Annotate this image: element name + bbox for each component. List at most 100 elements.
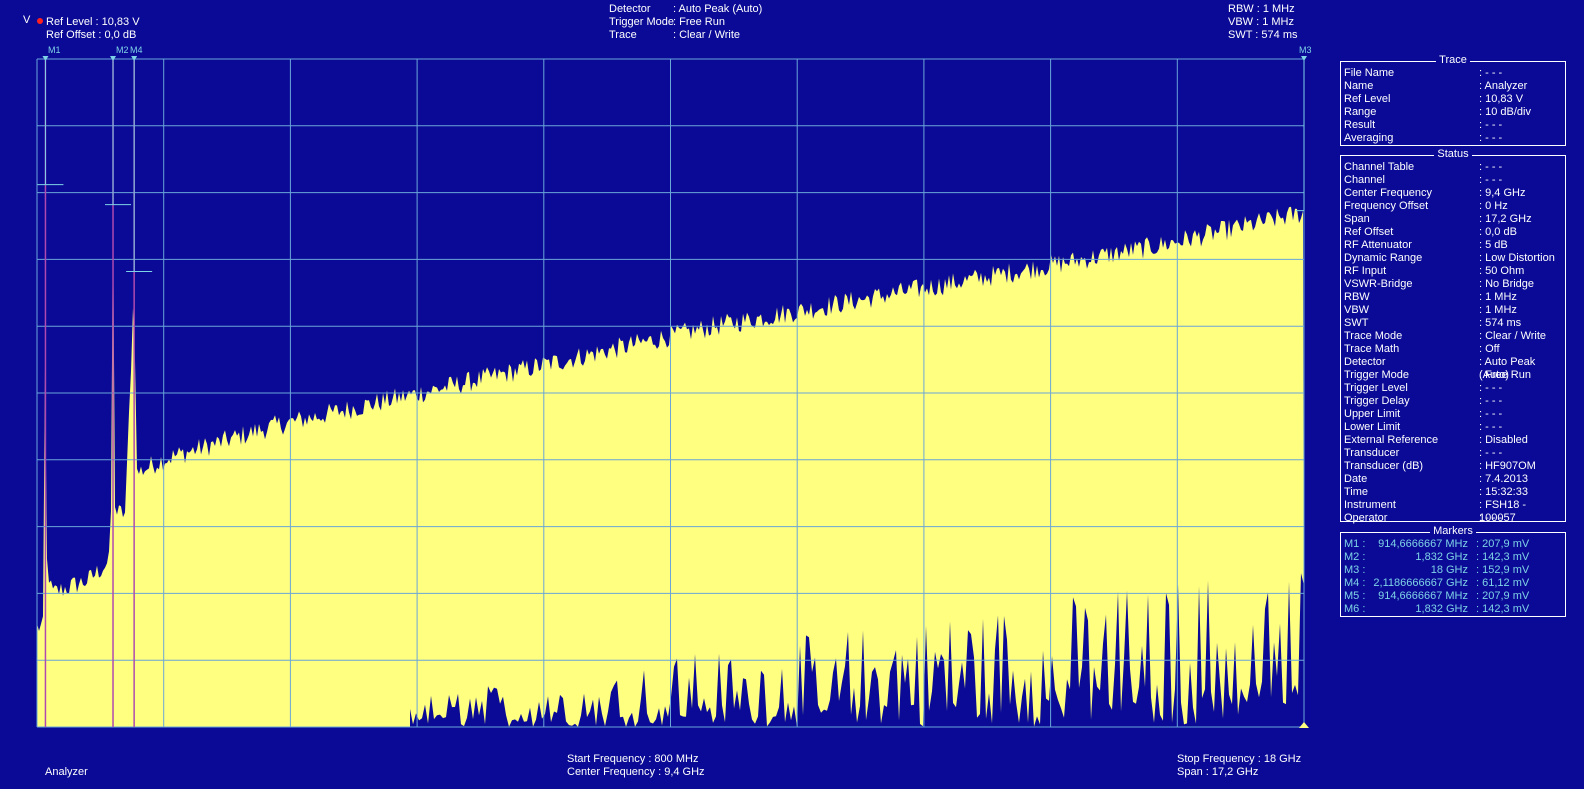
status-panel: Status Channel Table : - - - Channel : - - …	[1340, 148, 1566, 524]
marker-value: : 142,3 mV	[1476, 551, 1530, 563]
marker-readout-row[interactable]: M6 : 1,832 GHz: 142,3 mV	[1344, 603, 1562, 616]
status-panel-value: : - - -	[1479, 174, 1503, 186]
marker-name: M4 :	[1344, 577, 1366, 589]
status-panel-row: Trigger Mode: Free Run	[1344, 369, 1562, 382]
status-panel-key: Trace Math	[1344, 343, 1400, 355]
status-panel-value: : - - -	[1479, 447, 1503, 459]
status-panel-row: Ref Offset: 0,0 dB	[1344, 226, 1562, 239]
trace-panel-row: Name : Analyzer	[1344, 80, 1562, 93]
status-panel-title: Status	[1434, 148, 1472, 160]
marker-m2-label[interactable]: M2	[116, 45, 129, 55]
marker-name: M2 :	[1344, 551, 1366, 563]
status-panel-row: Frequency Offset: 0 Hz	[1344, 200, 1562, 213]
status-panel-row: Trace Math : Off	[1344, 343, 1562, 356]
trace-panel-key: Name	[1344, 80, 1374, 92]
status-panel-key: External Reference	[1344, 434, 1439, 446]
status-panel-row: Span : 17,2 GHz	[1344, 213, 1562, 226]
status-panel-value: : Disabled	[1479, 434, 1528, 446]
marker-readout-row[interactable]: M1 : 914,6666667 MHz: 207,9 mV	[1344, 538, 1562, 551]
marker-frequency: 18 GHz	[1430, 564, 1468, 576]
trace-panel-value: : 10,83 V	[1479, 93, 1524, 105]
status-panel-key: VBW	[1344, 304, 1370, 316]
trace-panel-row: Averaging: - - -	[1344, 132, 1562, 145]
trace-panel-value: : - - -	[1479, 132, 1503, 144]
status-panel-key: Transducer	[1344, 447, 1400, 459]
status-panel-key: Dynamic Range	[1344, 252, 1423, 264]
marker-value: : 152,9 mV	[1476, 564, 1530, 576]
marker-readout-row[interactable]: M5 : 914,6666667 MHz: 207,9 mV	[1344, 590, 1562, 603]
status-panel-key: Upper Limit	[1344, 408, 1401, 420]
marker-frequency: 914,6666667 MHz	[1378, 538, 1468, 550]
status-panel-value: : Clear / Write	[1479, 330, 1547, 342]
status-panel-value: : 0,0 dB	[1479, 226, 1517, 238]
trace-panel-value: : 10 dB/div	[1479, 106, 1531, 118]
marker-readout-row[interactable]: M3 : 18 GHz : 152,9 mV	[1344, 564, 1562, 577]
marker-frequency: 914,6666667 MHz	[1378, 590, 1468, 602]
status-panel-row: VSWR-Bridge: No Bridge	[1344, 278, 1562, 291]
marker-value: : 207,9 mV	[1476, 538, 1530, 550]
status-panel-key: Date	[1344, 473, 1368, 485]
status-panel-row: External Reference : Disabled	[1344, 434, 1562, 447]
marker-m1-label[interactable]: M1	[48, 45, 61, 55]
status-panel-key: RBW	[1344, 291, 1370, 303]
status-panel-row: Dynamic Range : Low Distortion	[1344, 252, 1562, 265]
status-panel-value: : 0 Hz	[1479, 200, 1508, 212]
status-panel-row: VBW: 1 MHz	[1344, 304, 1562, 317]
status-panel-row: Date: 7.4.2013	[1344, 473, 1562, 486]
status-panel-key: Detector	[1344, 356, 1386, 368]
status-panel-row: RF Attenuator: 5 dB	[1344, 239, 1562, 252]
marker-m4-label[interactable]: M4	[130, 45, 143, 55]
status-panel-value: : 9,4 GHz	[1479, 187, 1526, 199]
status-panel-value: : Off	[1479, 343, 1500, 355]
status-panel-value: : - - -	[1479, 512, 1503, 524]
status-panel-row: Time: 15:32:33	[1344, 486, 1562, 499]
status-panel-value: : 5 dB	[1479, 239, 1508, 251]
status-panel-row: Detector: Auto Peak (Auto)	[1344, 356, 1562, 381]
status-panel-key: Channel Table	[1344, 161, 1415, 173]
status-panel-row: Transducer : - - -	[1344, 447, 1562, 460]
marker-value: : 207,9 mV	[1476, 590, 1530, 602]
status-panel-row: RF Input: 50 Ohm	[1344, 265, 1562, 278]
marker-m3-label[interactable]: M3	[1299, 45, 1312, 55]
trace-panel-row: File Name : - - -	[1344, 67, 1562, 80]
trace-panel-row: Ref Level: 10,83 V	[1344, 93, 1562, 106]
status-panel-row: Trigger Delay: - - -	[1344, 395, 1562, 408]
trace-panel-title: Trace	[1436, 54, 1470, 66]
markers-panel-title: Markers	[1430, 525, 1476, 537]
trace-panel-value: : Analyzer	[1479, 80, 1528, 92]
trace-panel-value: : - - -	[1479, 119, 1503, 131]
status-panel-row: Channel Table : - - -	[1344, 161, 1562, 174]
status-panel-key: Span	[1344, 213, 1370, 225]
status-panel-value: : - - -	[1479, 421, 1503, 433]
status-panel-row: Channel : - - -	[1344, 174, 1562, 187]
marker-readout-row[interactable]: M2 : 1,832 GHz: 142,3 mV	[1344, 551, 1562, 564]
trace-panel-key: Result	[1344, 119, 1376, 131]
markers-panel: Markers M1 :914,6666667 MHz: 207,9 mV M2 …	[1340, 525, 1566, 617]
trace-panel-row: Result : - - -	[1344, 119, 1562, 132]
status-panel-key: Channel	[1344, 174, 1385, 186]
marker-value: : 61,12 mV	[1476, 577, 1530, 589]
status-panel-row: Lower Limit : - - -	[1344, 421, 1562, 434]
trace-panel-key: File Name	[1344, 67, 1395, 79]
status-panel-key: VSWR-Bridge	[1344, 278, 1413, 290]
trace-panel-value: : - - -	[1479, 67, 1503, 79]
trace-panel-row: Range : 10 dB/div	[1344, 106, 1562, 119]
trace-panel-key: Range	[1344, 106, 1377, 118]
marker-name: M3 :	[1344, 564, 1366, 576]
status-panel-row: Trigger Level : - - -	[1344, 382, 1562, 395]
status-panel-value: : - - -	[1479, 161, 1503, 173]
marker-readout-row[interactable]: M4 : 2,1186666667 GHz: 61,12 mV	[1344, 577, 1562, 590]
status-panel-value: : - - -	[1479, 382, 1503, 394]
spectrum-plot[interactable]	[0, 0, 1320, 750]
status-panel-key: Lower Limit	[1344, 421, 1401, 433]
status-panel-row: SWT: 574 ms	[1344, 317, 1562, 330]
status-panel-value: : 574 ms	[1479, 317, 1522, 329]
status-panel-value: : 15:32:33	[1479, 486, 1528, 498]
status-panel-key: RF Input	[1344, 265, 1387, 277]
status-panel-key: Trigger Mode	[1344, 369, 1410, 381]
mode-label: Analyzer	[45, 766, 88, 778]
status-panel-value: : Low Distortion	[1479, 252, 1555, 264]
status-panel-key: Trigger Level	[1344, 382, 1408, 394]
status-panel-value: : 17,2 GHz	[1479, 213, 1532, 225]
marker-value: : 142,3 mV	[1476, 603, 1530, 615]
